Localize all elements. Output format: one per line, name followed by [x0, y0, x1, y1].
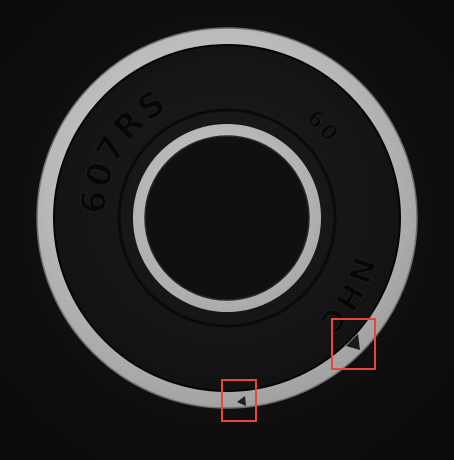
bore — [144, 135, 310, 301]
bearing-photo: 607RS 60 NHC — [0, 0, 454, 460]
